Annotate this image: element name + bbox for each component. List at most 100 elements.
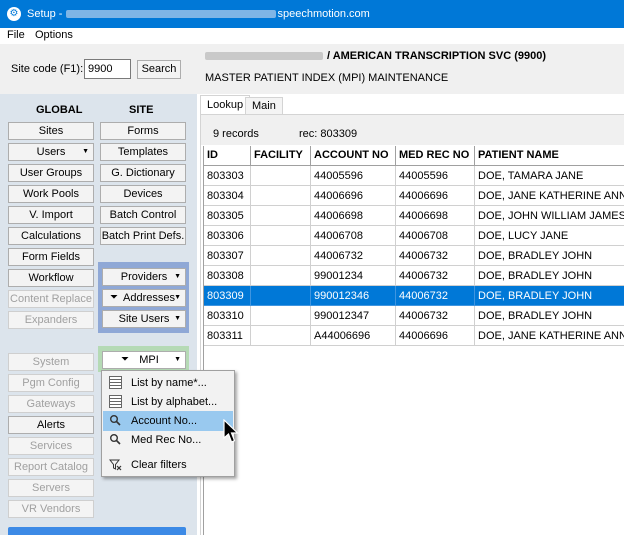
- table-row[interactable]: 803311 A44006696 44006696 DOE, JANE KATHERI…: [204, 326, 624, 346]
- col-id[interactable]: ID: [204, 146, 251, 166]
- system-button: System: [8, 353, 94, 371]
- cell-facility: [251, 226, 311, 246]
- cell-account: 44006698: [311, 206, 396, 226]
- table-row[interactable]: 803304 44006696 44006696 DOE, JANE KATHERIN…: [204, 186, 624, 206]
- cell-medrec: 44006732: [396, 246, 475, 266]
- forms-button[interactable]: Forms: [100, 122, 186, 140]
- cell-facility: [251, 326, 311, 346]
- current-record: rec: 803309: [299, 128, 358, 140]
- table-row[interactable]: 803308 99001234 44006732 DOE, BRADLEY JOHN: [204, 266, 624, 286]
- site-code-label: Site code (F1):: [11, 63, 84, 75]
- workflow-button[interactable]: Workflow: [8, 269, 94, 287]
- cell-account: A44006696: [311, 326, 396, 346]
- cell-id: 803311: [204, 326, 251, 346]
- addresses-button[interactable]: ⏷ Addresses ▼: [102, 289, 186, 307]
- cell-medrec: 44006698: [396, 206, 475, 226]
- table-row[interactable]: 803303 44005596 44005596 DOE, TAMARA JANE: [204, 166, 624, 186]
- table-row[interactable]: 803310 990012347 44006732 DOE, BRADLEY JOHN: [204, 306, 624, 326]
- magnifier-icon: [110, 434, 121, 445]
- cell-facility: [251, 286, 311, 306]
- cell-id: 803306: [204, 226, 251, 246]
- cell-id: 803310: [204, 306, 251, 326]
- list-grid-icon: [109, 395, 122, 408]
- menu-item-list-by-alphabet[interactable]: List by alphabet...: [103, 392, 233, 412]
- col-med-rec-no[interactable]: MED REC NO: [396, 146, 475, 166]
- mpi-button[interactable]: ⏷ MPI ▼: [102, 351, 186, 369]
- cell-facility: [251, 186, 311, 206]
- site-users-button[interactable]: Site Users ▼: [102, 310, 186, 328]
- cell-account: 990012346: [311, 286, 396, 306]
- menu-file[interactable]: File: [7, 29, 25, 41]
- providers-button[interactable]: Providers ▼: [102, 268, 186, 286]
- work-pools-button[interactable]: Work Pools: [8, 185, 94, 203]
- users-button[interactable]: Users ▼: [8, 143, 94, 161]
- table-row[interactable]: 803307 44006732 44006732 DOE, BRADLEY JOHN: [204, 246, 624, 266]
- mpi-table: ID FACILITY ACCOUNT NO MED REC NO PATIEN…: [203, 146, 624, 535]
- gateways-button: Gateways: [8, 395, 94, 413]
- sites-button[interactable]: Sites: [8, 122, 94, 140]
- cell-medrec: 44006708: [396, 226, 475, 246]
- info-bar: 9 records rec: 803309: [201, 115, 624, 145]
- site-code-input[interactable]: [84, 59, 131, 79]
- cell-medrec: 44005596: [396, 166, 475, 186]
- vr-vendors-button: VR Vendors: [8, 500, 94, 518]
- table-row[interactable]: 803305 44006698 44006698 DOE, JOHN WILLIAM …: [204, 206, 624, 226]
- mouse-cursor-icon: [223, 419, 239, 443]
- cell-id: 803307: [204, 246, 251, 266]
- global-heading: GLOBAL: [36, 104, 83, 116]
- cell-name: DOE, BRADLEY JOHN: [475, 246, 624, 266]
- cell-name: DOE, JANE KATHERINE ANNE: [475, 326, 624, 346]
- calculations-button[interactable]: Calculations: [8, 227, 94, 245]
- devices-button[interactable]: Devices: [100, 185, 186, 203]
- search-button[interactable]: Search: [137, 60, 181, 79]
- dropdown-arrow-icon: ▼: [174, 356, 181, 363]
- col-account-no[interactable]: ACCOUNT NO: [311, 146, 396, 166]
- menu-options[interactable]: Options: [35, 29, 73, 41]
- cell-medrec: 44006696: [396, 186, 475, 206]
- cell-name: DOE, BRADLEY JOHN: [475, 286, 624, 306]
- settings-app-icon: ⚙: [7, 7, 21, 21]
- col-facility[interactable]: FACILITY: [251, 146, 311, 166]
- cell-name: DOE, LUCY JANE: [475, 226, 624, 246]
- report-catalog-button: Report Catalog: [8, 458, 94, 476]
- form-fields-button[interactable]: Form Fields: [8, 248, 94, 266]
- redacted-title: [66, 10, 277, 19]
- table-row[interactable]: 803306 44006708 44006708 DOE, LUCY JANE: [204, 226, 624, 246]
- menu-item-clear-filters[interactable]: Clear filters: [103, 455, 233, 475]
- cell-medrec: 44006732: [396, 266, 475, 286]
- cell-facility: [251, 206, 311, 226]
- dropdown-arrow-icon: ▼: [174, 273, 181, 280]
- cell-name: DOE, BRADLEY JOHN: [475, 266, 624, 286]
- dropdown-arrow-icon: ▼: [174, 315, 181, 322]
- cell-account: 99001234: [311, 266, 396, 286]
- v-import-button[interactable]: V. Import: [8, 206, 94, 224]
- services-button: Services: [8, 437, 94, 455]
- templates-button[interactable]: Templates: [100, 143, 186, 161]
- batch-print-defs-button[interactable]: Batch Print Defs.: [100, 227, 186, 245]
- g-dictionary-button[interactable]: G. Dictionary: [100, 164, 186, 182]
- table-row[interactable]: 803309 990012346 44006732 DOE, BRADLEY JOHN: [204, 286, 624, 306]
- dropdown-arrow-icon: ▼: [82, 148, 89, 155]
- col-patient-name[interactable]: PATIENT NAME: [475, 146, 624, 166]
- cell-facility: [251, 166, 311, 186]
- user-groups-button[interactable]: User Groups: [8, 164, 94, 182]
- batch-control-button[interactable]: Batch Control: [100, 206, 186, 224]
- menu-item-med-rec-no[interactable]: Med Rec No...: [103, 430, 233, 450]
- menu-item-account-no[interactable]: Account No...: [103, 411, 233, 431]
- tab-lookup[interactable]: Lookup: [200, 95, 251, 115]
- filter-icon: ⏷: [110, 292, 118, 303]
- mpi-dropdown-menu: List by name*... List by alphabet... Acc…: [101, 370, 235, 477]
- alerts-button[interactable]: Alerts: [8, 416, 94, 434]
- menu-bar: File Options: [0, 28, 624, 44]
- site-heading: SITE: [129, 104, 154, 116]
- bottom-scroll-bar: [8, 527, 186, 535]
- expanders-button: Expanders: [8, 311, 94, 329]
- content-replace-button: Content Replace: [8, 290, 94, 308]
- page-subtitle: MASTER PATIENT INDEX (MPI) MAINTENANCE: [205, 72, 449, 84]
- tab-main[interactable]: Main: [245, 97, 283, 115]
- cell-medrec: 44006732: [396, 286, 475, 306]
- menu-item-list-by-name[interactable]: List by name*...: [103, 373, 233, 393]
- cell-medrec: 44006696: [396, 326, 475, 346]
- cell-id: 803308: [204, 266, 251, 286]
- cell-facility: [251, 306, 311, 326]
